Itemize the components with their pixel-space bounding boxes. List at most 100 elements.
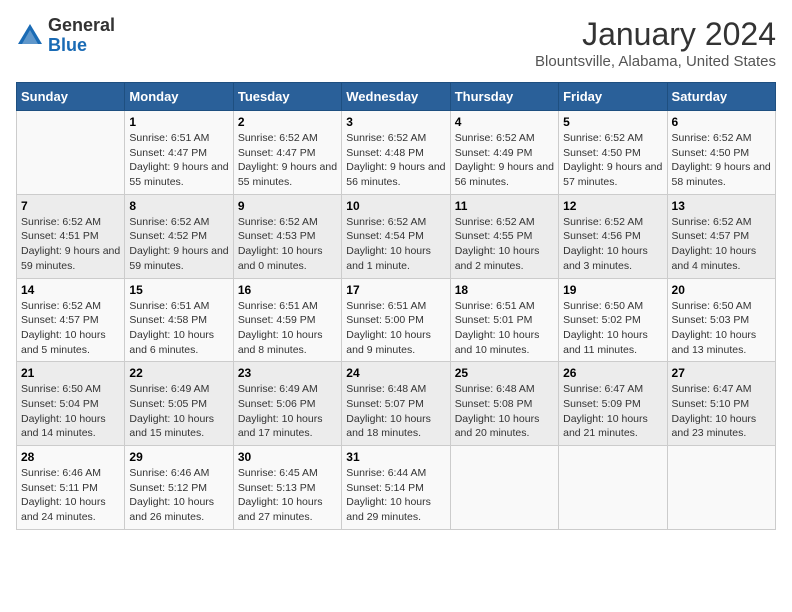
day-number: 9 — [238, 199, 337, 213]
day-detail: Sunrise: 6:47 AMSunset: 5:10 PMDaylight:… — [672, 383, 757, 439]
calendar-week-4: 21 Sunrise: 6:50 AMSunset: 5:04 PMDaylig… — [17, 362, 776, 446]
calendar-cell: 20 Sunrise: 6:50 AMSunset: 5:03 PMDaylig… — [667, 278, 775, 362]
logo-text: General Blue — [48, 16, 115, 56]
day-detail: Sunrise: 6:52 AMSunset: 4:51 PMDaylight:… — [21, 216, 120, 272]
day-number: 23 — [238, 366, 337, 380]
day-detail: Sunrise: 6:52 AMSunset: 4:57 PMDaylight:… — [21, 300, 106, 356]
day-detail: Sunrise: 6:52 AMSunset: 4:50 PMDaylight:… — [563, 132, 662, 188]
calendar-cell: 23 Sunrise: 6:49 AMSunset: 5:06 PMDaylig… — [233, 362, 341, 446]
day-detail: Sunrise: 6:51 AMSunset: 5:00 PMDaylight:… — [346, 300, 431, 356]
calendar-header: Sunday Monday Tuesday Wednesday Thursday… — [17, 83, 776, 111]
day-number: 24 — [346, 366, 445, 380]
day-number: 17 — [346, 283, 445, 297]
logo-icon — [16, 22, 44, 50]
day-number: 13 — [672, 199, 771, 213]
calendar-subtitle: Blountsville, Alabama, United States — [535, 53, 776, 70]
col-saturday: Saturday — [667, 83, 775, 111]
day-number: 20 — [672, 283, 771, 297]
calendar-cell: 26 Sunrise: 6:47 AMSunset: 5:09 PMDaylig… — [559, 362, 667, 446]
calendar-cell: 13 Sunrise: 6:52 AMSunset: 4:57 PMDaylig… — [667, 194, 775, 278]
day-detail: Sunrise: 6:51 AMSunset: 4:59 PMDaylight:… — [238, 300, 323, 356]
day-detail: Sunrise: 6:52 AMSunset: 4:47 PMDaylight:… — [238, 132, 337, 188]
day-number: 3 — [346, 115, 445, 129]
title-block: January 2024 Blountsville, Alabama, Unit… — [535, 16, 776, 70]
day-detail: Sunrise: 6:50 AMSunset: 5:02 PMDaylight:… — [563, 300, 648, 356]
day-number: 1 — [129, 115, 228, 129]
col-sunday: Sunday — [17, 83, 125, 111]
day-detail: Sunrise: 6:52 AMSunset: 4:48 PMDaylight:… — [346, 132, 445, 188]
day-number: 14 — [21, 283, 120, 297]
calendar-cell: 18 Sunrise: 6:51 AMSunset: 5:01 PMDaylig… — [450, 278, 558, 362]
calendar-cell: 28 Sunrise: 6:46 AMSunset: 5:11 PMDaylig… — [17, 446, 125, 530]
day-number: 22 — [129, 366, 228, 380]
calendar-cell — [17, 111, 125, 195]
calendar-week-2: 7 Sunrise: 6:52 AMSunset: 4:51 PMDayligh… — [17, 194, 776, 278]
day-number: 5 — [563, 115, 662, 129]
day-number: 16 — [238, 283, 337, 297]
logo: General Blue — [16, 16, 115, 56]
calendar-cell: 14 Sunrise: 6:52 AMSunset: 4:57 PMDaylig… — [17, 278, 125, 362]
header-row: Sunday Monday Tuesday Wednesday Thursday… — [17, 83, 776, 111]
day-number: 28 — [21, 450, 120, 464]
day-number: 8 — [129, 199, 228, 213]
col-thursday: Thursday — [450, 83, 558, 111]
day-number: 6 — [672, 115, 771, 129]
day-number: 25 — [455, 366, 554, 380]
day-detail: Sunrise: 6:52 AMSunset: 4:50 PMDaylight:… — [672, 132, 771, 188]
day-number: 15 — [129, 283, 228, 297]
logo-blue-text: Blue — [48, 36, 115, 56]
calendar-title: January 2024 — [535, 16, 776, 53]
calendar-cell: 17 Sunrise: 6:51 AMSunset: 5:00 PMDaylig… — [342, 278, 450, 362]
calendar-cell: 11 Sunrise: 6:52 AMSunset: 4:55 PMDaylig… — [450, 194, 558, 278]
day-detail: Sunrise: 6:46 AMSunset: 5:11 PMDaylight:… — [21, 467, 106, 523]
calendar-cell: 12 Sunrise: 6:52 AMSunset: 4:56 PMDaylig… — [559, 194, 667, 278]
day-detail: Sunrise: 6:51 AMSunset: 4:58 PMDaylight:… — [129, 300, 214, 356]
day-detail: Sunrise: 6:52 AMSunset: 4:57 PMDaylight:… — [672, 216, 757, 272]
col-tuesday: Tuesday — [233, 83, 341, 111]
day-number: 2 — [238, 115, 337, 129]
calendar-cell: 27 Sunrise: 6:47 AMSunset: 5:10 PMDaylig… — [667, 362, 775, 446]
calendar-cell: 10 Sunrise: 6:52 AMSunset: 4:54 PMDaylig… — [342, 194, 450, 278]
calendar-cell: 5 Sunrise: 6:52 AMSunset: 4:50 PMDayligh… — [559, 111, 667, 195]
calendar-cell: 31 Sunrise: 6:44 AMSunset: 5:14 PMDaylig… — [342, 446, 450, 530]
calendar-cell: 9 Sunrise: 6:52 AMSunset: 4:53 PMDayligh… — [233, 194, 341, 278]
day-detail: Sunrise: 6:49 AMSunset: 5:05 PMDaylight:… — [129, 383, 214, 439]
calendar-cell — [559, 446, 667, 530]
day-number: 30 — [238, 450, 337, 464]
day-detail: Sunrise: 6:51 AMSunset: 4:47 PMDaylight:… — [129, 132, 228, 188]
day-detail: Sunrise: 6:52 AMSunset: 4:56 PMDaylight:… — [563, 216, 648, 272]
day-number: 21 — [21, 366, 120, 380]
day-number: 11 — [455, 199, 554, 213]
calendar-cell: 21 Sunrise: 6:50 AMSunset: 5:04 PMDaylig… — [17, 362, 125, 446]
calendar-table: Sunday Monday Tuesday Wednesday Thursday… — [16, 82, 776, 530]
calendar-cell — [667, 446, 775, 530]
calendar-cell: 16 Sunrise: 6:51 AMSunset: 4:59 PMDaylig… — [233, 278, 341, 362]
calendar-cell: 8 Sunrise: 6:52 AMSunset: 4:52 PMDayligh… — [125, 194, 233, 278]
day-number: 7 — [21, 199, 120, 213]
calendar-cell: 24 Sunrise: 6:48 AMSunset: 5:07 PMDaylig… — [342, 362, 450, 446]
day-number: 12 — [563, 199, 662, 213]
calendar-week-1: 1 Sunrise: 6:51 AMSunset: 4:47 PMDayligh… — [17, 111, 776, 195]
calendar-week-3: 14 Sunrise: 6:52 AMSunset: 4:57 PMDaylig… — [17, 278, 776, 362]
day-number: 31 — [346, 450, 445, 464]
day-detail: Sunrise: 6:52 AMSunset: 4:54 PMDaylight:… — [346, 216, 431, 272]
day-number: 19 — [563, 283, 662, 297]
day-number: 18 — [455, 283, 554, 297]
calendar-cell: 22 Sunrise: 6:49 AMSunset: 5:05 PMDaylig… — [125, 362, 233, 446]
day-detail: Sunrise: 6:52 AMSunset: 4:55 PMDaylight:… — [455, 216, 540, 272]
calendar-cell: 15 Sunrise: 6:51 AMSunset: 4:58 PMDaylig… — [125, 278, 233, 362]
day-detail: Sunrise: 6:50 AMSunset: 5:03 PMDaylight:… — [672, 300, 757, 356]
calendar-cell: 7 Sunrise: 6:52 AMSunset: 4:51 PMDayligh… — [17, 194, 125, 278]
day-number: 26 — [563, 366, 662, 380]
day-detail: Sunrise: 6:52 AMSunset: 4:49 PMDaylight:… — [455, 132, 554, 188]
col-wednesday: Wednesday — [342, 83, 450, 111]
day-number: 27 — [672, 366, 771, 380]
calendar-cell: 25 Sunrise: 6:48 AMSunset: 5:08 PMDaylig… — [450, 362, 558, 446]
day-detail: Sunrise: 6:48 AMSunset: 5:07 PMDaylight:… — [346, 383, 431, 439]
day-detail: Sunrise: 6:52 AMSunset: 4:52 PMDaylight:… — [129, 216, 228, 272]
col-monday: Monday — [125, 83, 233, 111]
day-number: 10 — [346, 199, 445, 213]
calendar-body: 1 Sunrise: 6:51 AMSunset: 4:47 PMDayligh… — [17, 111, 776, 530]
calendar-cell — [450, 446, 558, 530]
calendar-cell: 30 Sunrise: 6:45 AMSunset: 5:13 PMDaylig… — [233, 446, 341, 530]
